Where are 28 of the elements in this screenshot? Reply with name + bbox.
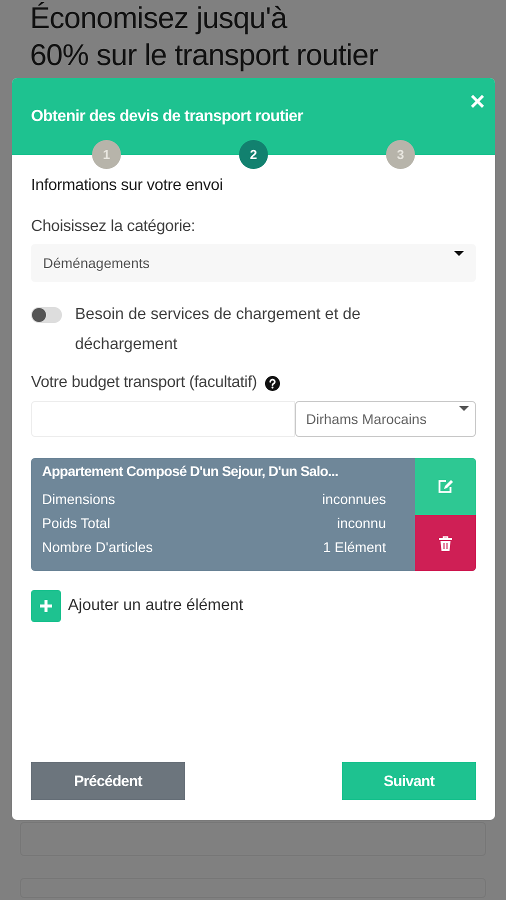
item-title: Appartement Composé D'un Sejour, D'un Salo... bbox=[42, 463, 340, 479]
step-indicator[interactable]: 2 bbox=[239, 140, 268, 169]
headline: 60% sur le transport routier bbox=[30, 38, 379, 74]
edit-icon bbox=[437, 479, 454, 494]
detail-value: inconnu bbox=[336, 514, 386, 533]
add-item-link[interactable]: Ajouter un autre élément bbox=[68, 597, 244, 615]
delete-button[interactable] bbox=[415, 515, 476, 571]
detail-label: Dimensions bbox=[42, 490, 116, 509]
trash-icon bbox=[439, 536, 452, 550]
section-title: Informations sur votre envoi bbox=[31, 177, 224, 195]
headline: Économisez jusqu'à bbox=[30, 1, 288, 37]
detail-value: inconnues bbox=[322, 490, 386, 509]
toggle-switch[interactable] bbox=[31, 307, 62, 323]
field-label: Choisissez la catégorie: bbox=[31, 218, 196, 236]
plus-icon bbox=[40, 600, 52, 612]
category-select[interactable]: Déménagements bbox=[31, 244, 476, 282]
previous-button[interactable]: Précédent bbox=[31, 762, 185, 800]
caret-icon bbox=[459, 406, 469, 411]
detail-label: Nombre D'articles bbox=[42, 538, 153, 557]
modal-title: Obtenir des devis de transport routier bbox=[31, 108, 303, 126]
help-icon[interactable] bbox=[265, 376, 280, 390]
field-label: Votre budget transport (facultatif) bbox=[31, 374, 258, 392]
toggle-label: Besoin de services de chargement et de déchargement bbox=[75, 305, 362, 355]
budget-field[interactable] bbox=[31, 401, 295, 437]
currency-select[interactable]: Dirhams Marocains bbox=[295, 401, 476, 437]
detail-label: Poids Total bbox=[42, 514, 110, 533]
detail-value: 1 Elément bbox=[322, 538, 386, 557]
caret-icon bbox=[454, 251, 464, 256]
